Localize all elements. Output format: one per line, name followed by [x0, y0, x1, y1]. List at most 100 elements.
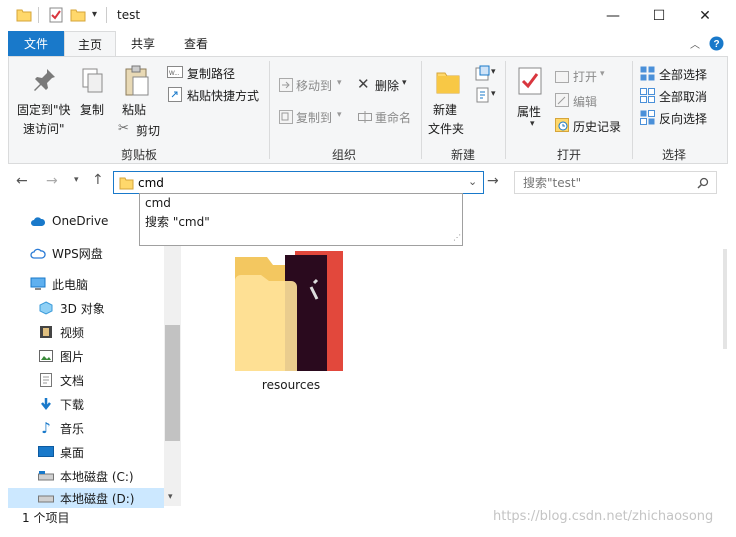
- autocomplete-item[interactable]: cmd: [145, 196, 171, 210]
- tab-file[interactable]: 文件: [8, 31, 64, 56]
- maximize-button[interactable]: ☐: [636, 0, 682, 31]
- customize-quick-access-icon[interactable]: ▾: [92, 9, 97, 20]
- open-icon: [555, 71, 569, 83]
- back-arrow-icon[interactable]: ←: [16, 173, 38, 195]
- video-icon: [38, 325, 54, 339]
- file-item[interactable]: resources: [231, 247, 351, 407]
- folder-icon: [16, 9, 32, 22]
- sidebar-item-label: 文档: [60, 373, 85, 388]
- watermark: https://blog.csdn.net/zhichaosong: [493, 509, 714, 524]
- search-box[interactable]: [514, 171, 717, 194]
- new-folder-button[interactable]: 新建 文件夹: [428, 101, 464, 137]
- svg-text:W...: W...: [169, 71, 180, 77]
- sidebar-item-label: 下载: [60, 397, 85, 412]
- select-all-icon: [640, 66, 655, 81]
- chevron-down-icon: ▾: [491, 67, 496, 77]
- scissors-icon: ✂: [118, 121, 129, 136]
- address-bar[interactable]: ⌄: [113, 171, 484, 194]
- sidebar-scrollbar-thumb[interactable]: [165, 325, 180, 441]
- rename-icon: [358, 111, 372, 123]
- paste-icon: [125, 65, 149, 96]
- rename-button[interactable]: 重命名: [375, 109, 411, 126]
- copy-path-button[interactable]: 复制路径: [187, 65, 235, 82]
- title-bar: ▾ test — ☐ ✕: [0, 0, 736, 31]
- recent-locations-icon[interactable]: ▾: [74, 175, 79, 185]
- search-input[interactable]: [523, 174, 693, 191]
- new-folder-label-line1: 新建: [433, 103, 458, 117]
- separator: [421, 61, 422, 159]
- paste-shortcut-button[interactable]: 粘贴快捷方式: [187, 87, 259, 104]
- properties-button[interactable]: 属性: [517, 103, 541, 120]
- edit-icon: [555, 93, 569, 107]
- properties-icon: [518, 67, 542, 95]
- cut-button[interactable]: 剪切: [136, 122, 160, 139]
- history-icon: [555, 118, 569, 132]
- forward-arrow-icon[interactable]: →: [46, 173, 68, 195]
- sidebar-item-label: 本地磁盘 (C:): [60, 469, 134, 484]
- resize-grip-icon[interactable]: ⋰: [453, 233, 461, 242]
- separator: [106, 7, 107, 23]
- svg-text:?: ?: [713, 39, 719, 50]
- delete-button[interactable]: 删除: [375, 77, 399, 94]
- pin-quick-access-button[interactable]: 固定到"快 速访问": [17, 101, 71, 137]
- sidebar-item-label: 视频: [60, 325, 85, 340]
- edit-button[interactable]: 编辑: [573, 93, 597, 110]
- autocomplete-item[interactable]: 搜索 "cmd": [145, 213, 210, 230]
- chevron-down-icon: ▾: [337, 78, 342, 88]
- drive-icon: [38, 469, 54, 483]
- select-none-button[interactable]: 全部取消: [659, 88, 707, 105]
- download-icon: [38, 397, 54, 411]
- cloud-outline-icon: [30, 246, 46, 260]
- minimize-button[interactable]: —: [590, 0, 636, 31]
- history-button[interactable]: 历史记录: [573, 118, 621, 135]
- pin-label-line1: 固定到"快: [17, 103, 71, 117]
- tab-share[interactable]: 共享: [118, 31, 168, 56]
- paste-button[interactable]: 粘贴: [122, 101, 146, 118]
- pin-icon: [34, 69, 55, 91]
- copy-to-button[interactable]: 复制到: [296, 109, 332, 126]
- select-group-label: 选择: [662, 148, 687, 162]
- cloud-icon: [30, 214, 46, 228]
- new-folder-icon[interactable]: [70, 7, 86, 23]
- open-button[interactable]: 打开: [573, 68, 597, 85]
- new-folder-icon: [436, 72, 460, 94]
- move-to-button[interactable]: 移动到: [296, 77, 332, 94]
- tab-view[interactable]: 查看: [170, 31, 222, 56]
- computer-icon: [30, 277, 46, 291]
- chevron-down-icon: ▾: [491, 89, 496, 99]
- select-all-button[interactable]: 全部选择: [659, 66, 707, 83]
- ribbon: 固定到"快 速访问" 复制 粘贴 ✂ 剪切 W... 复制路径 粘贴快捷方式 剪…: [8, 56, 728, 164]
- tab-home[interactable]: 主页: [64, 31, 116, 56]
- folder-icon: [119, 177, 134, 190]
- document-icon: [38, 373, 54, 387]
- new-item-icon[interactable]: [475, 65, 491, 81]
- help-icon[interactable]: ?: [709, 36, 724, 51]
- collapse-ribbon-icon[interactable]: ︿: [690, 36, 700, 51]
- status-item-count: 1 个项目: [22, 511, 70, 525]
- clipboard-group-label: 剪贴板: [121, 148, 158, 162]
- folder-icon: [235, 251, 343, 371]
- go-arrow-icon[interactable]: →: [487, 173, 499, 189]
- desktop-icon: [38, 445, 54, 459]
- easy-access-icon[interactable]: [475, 87, 491, 103]
- organize-group-label: 组织: [332, 148, 357, 162]
- new-folder-label-line2: 文件夹: [428, 122, 465, 136]
- scroll-down-icon[interactable]: ▾: [168, 492, 173, 502]
- search-icon[interactable]: [697, 177, 709, 189]
- address-dropdown-icon[interactable]: ⌄: [468, 175, 477, 188]
- chevron-down-icon: ▾: [600, 69, 605, 79]
- properties-icon[interactable]: [48, 7, 64, 23]
- move-to-icon: [279, 78, 293, 92]
- invert-selection-button[interactable]: 反向选择: [659, 110, 707, 127]
- file-list: resources: [181, 203, 727, 506]
- ribbon-tabs: 文件 主页 共享 查看 ︿ ?: [0, 31, 736, 56]
- up-arrow-icon[interactable]: ↑: [92, 172, 104, 188]
- separator: [632, 61, 633, 159]
- sidebar-item-label: 图片: [60, 349, 85, 364]
- address-input[interactable]: [138, 174, 458, 191]
- open-group-label: 打开: [557, 148, 582, 162]
- copy-button[interactable]: 复制: [80, 101, 104, 118]
- close-button[interactable]: ✕: [682, 0, 728, 31]
- chevron-down-icon: ▾: [402, 78, 407, 88]
- sidebar-item-label: 桌面: [60, 445, 85, 460]
